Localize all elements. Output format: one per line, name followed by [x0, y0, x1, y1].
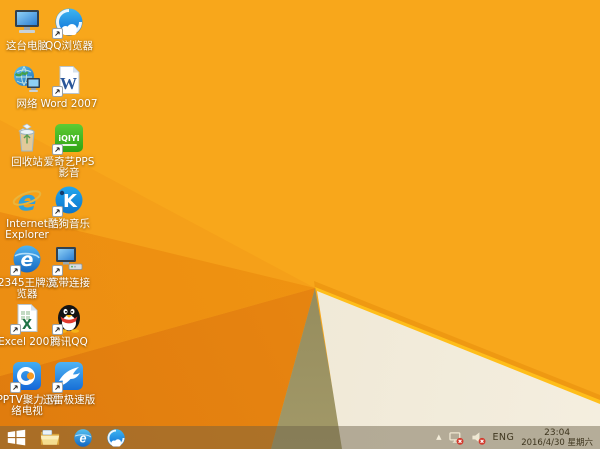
clock-time: 23:04 — [544, 427, 571, 438]
desktop-icon-qq-browser[interactable]: QQ浏览器 — [37, 6, 101, 52]
shortcut-arrow-badge — [10, 265, 21, 276]
shortcut-arrow-badge — [52, 28, 63, 39]
desktop-icon-word-2007[interactable]: W Word 2007 — [37, 64, 101, 110]
svg-text:e: e — [79, 431, 86, 445]
taskbar-internet-explorer-button[interactable]: e — [66, 426, 99, 449]
qq-browser-icon — [106, 428, 126, 448]
icon-label: 腾讯QQ — [50, 336, 88, 348]
shortcut-arrow-badge — [52, 86, 63, 97]
desktop-icon-iqiyi-pps[interactable]: iQIYI 爱奇艺PPS 影音 — [37, 122, 101, 179]
desktop-icon-tencent-qq[interactable]: 腾讯QQ — [37, 302, 101, 348]
start-button[interactable] — [0, 426, 33, 449]
desktop-icon-xunlei-speed[interactable]: 迅雷极速版 — [37, 360, 101, 406]
volume-muted-icon[interactable] — [471, 431, 486, 445]
svg-text:X: X — [22, 318, 32, 333]
svg-text:e: e — [21, 249, 34, 271]
iqiyi-icon: iQIYI — [52, 122, 85, 155]
svg-text:K: K — [63, 191, 78, 212]
show-hidden-icons-button[interactable]: ▲ — [436, 433, 441, 442]
desktop-icon-broadband-connection[interactable]: 宽带连接 — [37, 243, 101, 289]
internet-explorer-icon: e — [73, 428, 93, 448]
shortcut-arrow-badge — [52, 144, 63, 155]
qq-penguin-icon — [52, 302, 85, 335]
taskbar-file-explorer-button[interactable] — [33, 426, 66, 449]
icon-label: 网络 — [16, 98, 38, 110]
desktop: 这台电脑 QQ浏览器 网络 W Word 2007 回收站 iQIYI 爱奇艺P… — [0, 0, 600, 449]
word-icon: W — [52, 64, 85, 97]
system-tray: ▲ ENG 23:04 2016/4/30 星期六 — [436, 426, 600, 449]
xunlei-icon — [52, 360, 85, 393]
shortcut-arrow-badge — [10, 382, 21, 393]
qq-browser-icon — [52, 6, 85, 39]
icon-label: 迅雷极速版 — [42, 394, 96, 406]
network-disconnected-icon[interactable] — [448, 431, 464, 445]
desktop-icon-kugou-music[interactable]: K 酷狗音乐 — [37, 184, 101, 230]
shortcut-arrow-badge — [52, 206, 63, 217]
icon-label: 宽带连接 — [48, 277, 90, 289]
taskbar: e ▲ ENG 23:04 2016/4/30 星期六 — [0, 426, 600, 449]
shortcut-arrow-badge — [52, 265, 63, 276]
shortcut-arrow-badge — [52, 382, 63, 393]
icon-label: 爱奇艺PPS 影音 — [43, 156, 95, 179]
taskbar-clock[interactable]: 23:04 2016/4/30 星期六 — [521, 428, 593, 448]
language-indicator[interactable]: ENG — [493, 432, 515, 443]
icon-label: 酷狗音乐 — [48, 218, 90, 230]
shortcut-arrow-badge — [10, 324, 21, 335]
broadband-icon — [52, 243, 85, 276]
file-explorer-icon — [40, 429, 60, 446]
shortcut-arrow-badge — [52, 324, 63, 335]
clock-date: 2016/4/30 星期六 — [521, 437, 593, 448]
icon-label: Word 2007 — [40, 98, 98, 110]
kugou-icon: K — [52, 184, 85, 217]
taskbar-qq-browser-button[interactable] — [99, 426, 132, 449]
windows-logo-icon — [7, 428, 26, 447]
svg-text:iQIYI: iQIYI — [58, 134, 79, 143]
icon-label: QQ浏览器 — [44, 40, 94, 52]
